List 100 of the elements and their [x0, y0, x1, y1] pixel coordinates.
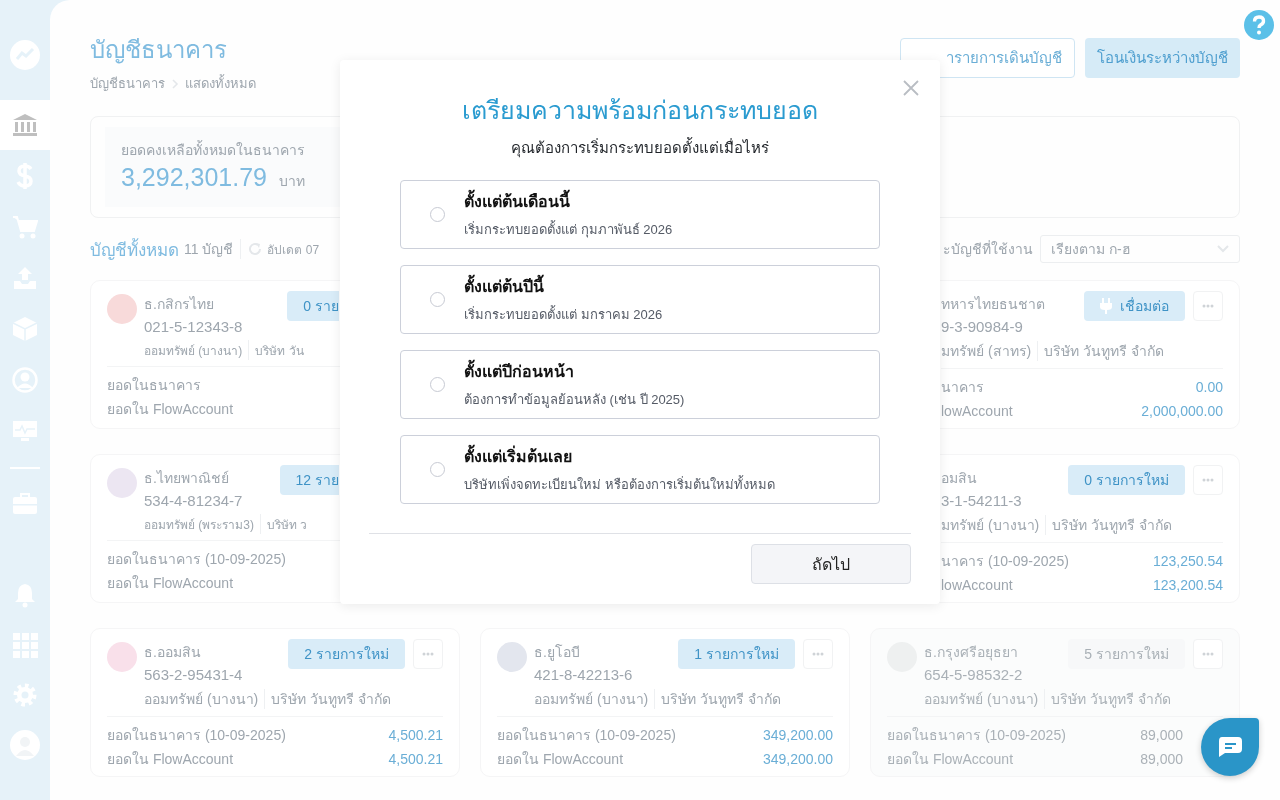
account-type: ออมทรัพย์ (บางนา) [924, 690, 1039, 709]
balance-value: 123,250.54 [1152, 552, 1223, 571]
account-type: มทรัพย์ (สาทร) [941, 342, 1032, 361]
balance-row-label: ยอดใน FlowAccount [107, 400, 234, 419]
updated-time: อัปเดต 07 [267, 241, 320, 259]
start-option[interactable]: ตั้งแต่ต้นเดือนนี้ เริ่มกระทบยอดตั้งแต่ กุมภาพันธ์ 2026 [400, 180, 880, 249]
balance-value: 4,500.21 [388, 750, 443, 769]
account-type: ออมทรัพย์ (พระราม3) [144, 516, 254, 534]
account-number: 9-3-90984-9 [941, 317, 1024, 337]
balance-row-label: lowAccount [941, 576, 1013, 595]
company-name: บริษัท ว [267, 516, 308, 534]
account-type: มทรัพย์ (บางนา) [941, 516, 1040, 535]
account-number: 421-8-42213-6 [534, 665, 633, 685]
close-icon [903, 80, 919, 96]
option-description: เริ่มกระทบยอดตั้งแต่ กุมภาพันธ์ 2026 [464, 219, 673, 240]
start-option[interactable]: ตั้งแต่ต้นปีนี้ เริ่มกระทบยอดตั้งแต่ มกราคม 2026 [400, 265, 880, 334]
sidebar-item[interactable] [0, 100, 50, 150]
balance-value: 349,200.00 [762, 726, 833, 745]
company-name: บริษัท วันทูทรี จำกัด [1052, 516, 1172, 536]
company-name: บริษัท วัน [255, 342, 304, 360]
option-description: เริ่มกระทบยอดตั้งแต่ มกราคม 2026 [464, 304, 663, 324]
option-title: ตั้งแต่ต้นปีนี้ [464, 274, 663, 299]
balance-row-label: ยอดใน FlowAccount [887, 750, 1014, 769]
account-type: ออมทรัพย์ (บางนา) [144, 690, 259, 709]
account-type: ออมทรัพย์ (บางนา) [534, 690, 649, 709]
balance-value: 4,500.21 [388, 726, 443, 745]
bank-name: อมสิน [941, 469, 978, 488]
bank-name: ทหารไทยธนชาต [941, 295, 1045, 314]
sort-dropdown[interactable]: เรียงตาม ก-ฮ [1040, 235, 1240, 263]
breadcrumb-link[interactable]: บัญชีธนาคาร [90, 73, 165, 94]
more-button[interactable] [803, 639, 833, 669]
breadcrumb-link[interactable]: แสดงทั้งหมด [185, 73, 256, 94]
start-option[interactable]: ตั้งแต่เริ่มต้นเลย บริษัทเพิ่งจดทะเบียนใหม่ หรือต้องการเริ่มต้นใหม่ทั้งหมด [400, 435, 880, 504]
chevron-down-icon [1217, 245, 1229, 253]
balance-row-label: ยอดในธนาคาร (10-09-2025) [497, 726, 676, 745]
modal-title: เตรียมความพร้อมก่อนกระทบยอด [462, 95, 818, 126]
currency-unit: บาท [279, 172, 305, 191]
modal-subtitle: คุณต้องการเริ่มกระทบยอดตั้งแต่เมื่อไหร่ [511, 136, 769, 160]
more-icon [422, 652, 434, 656]
plug-icon [1100, 298, 1112, 314]
upload-tray-icon [12, 265, 38, 291]
next-button[interactable]: ถัดไป [751, 544, 911, 584]
bank-icon [12, 112, 38, 138]
new-transactions-button[interactable]: 12 ราย [279, 465, 339, 495]
apps-grid-icon [12, 632, 38, 658]
transfer-button[interactable]: โอนเงินระหว่างบัญชี [1085, 38, 1240, 78]
company-name: บริษัท วันทูทรี จำกัด [1044, 342, 1164, 362]
option-title: ตั้งแต่ปีก่อนหน้า [464, 359, 685, 384]
option-description: บริษัทเพิ่งจดทะเบียนใหม่ หรือต้องการเริ่มต้นใหม่ทั้งหมด [464, 474, 775, 494]
more-button[interactable] [1193, 465, 1223, 495]
box-icon [12, 316, 38, 342]
sort-value: เรียงตาม ก-ฮ [1051, 240, 1131, 259]
account-count: 11 บัญชี [184, 240, 234, 259]
help-button[interactable] [1244, 10, 1274, 40]
balance-label: ยอดคงเหลือทั้งหมดในธนาคาร [121, 139, 306, 160]
new-transactions-button[interactable]: 2 รายการใหม่ [288, 639, 405, 669]
new-transactions-button[interactable]: 0 ราย [287, 291, 339, 321]
account-number: 3-1-54211-3 [941, 491, 1022, 511]
close-button[interactable] [902, 80, 920, 98]
start-option[interactable]: ตั้งแต่ปีก่อนหน้า ต้องการทำข้อมูลย้อนหลัง (เช่น ปี 2025) [400, 350, 880, 419]
new-transactions-button[interactable]: 1 รายการใหม่ [678, 639, 795, 669]
balance-row-label: ยอดใน FlowAccount [107, 574, 234, 593]
cart-icon [12, 214, 38, 240]
trend-logo-icon[interactable] [10, 40, 40, 70]
balance-row-label: lowAccount [941, 402, 1013, 421]
bank-name: ธ.กรุงศรีอยุธยา [924, 643, 1019, 663]
account-number: 534-4-81234-7 [144, 491, 243, 511]
more-icon [812, 652, 824, 656]
balance-row-label: ยอดในธนาคาร [107, 376, 201, 395]
chat-bubble-icon [1217, 736, 1243, 758]
user-circle-icon [12, 367, 38, 393]
more-button[interactable] [413, 639, 443, 669]
balance-row-label: นาคาร (10-09-2025) [941, 552, 1069, 571]
section-title: บัญชีทั้งหมด [90, 237, 179, 262]
account-number: 021-5-12343-8 [144, 317, 243, 337]
option-description: ต้องการทำข้อมูลย้อนหลัง (เช่น ปี 2025) [464, 391, 685, 410]
balance-row-label: นาคาร [941, 378, 984, 397]
account-type: ออมทรัพย์ (บางนา) [144, 342, 243, 360]
more-icon [1202, 304, 1214, 308]
filter-label[interactable]: ะบัญชีที่ใช้งาน [943, 238, 1033, 260]
company-name: บริษัท วันทูทรี จำกัด [1051, 690, 1171, 710]
page-title: บัญชีธนาคาร [90, 35, 228, 66]
new-transactions-button[interactable]: 0 รายการใหม่ [1068, 465, 1185, 495]
more-button[interactable] [1193, 291, 1223, 321]
bank-name: ธ.ไทยพาณิชย์ [144, 469, 230, 488]
monitor-pulse-icon [12, 418, 38, 444]
import-statement-button[interactable]: ารายการเดินบัญชี [900, 38, 1075, 78]
balance-row-label: ยอดในธนาคาร (10-09-2025) [107, 550, 286, 569]
balance-value: 349,200.00 [762, 750, 833, 769]
company-name: บริษัท วันทูทรี จำกัด [661, 690, 781, 710]
connect-button[interactable]: เชื่อมต่อ [1084, 291, 1185, 321]
option-title: ตั้งแต่ต้นเดือนนี้ [464, 189, 673, 214]
option-title: ตั้งแต่เริ่มต้นเลย [464, 444, 775, 469]
account-number: 563-2-95431-4 [144, 665, 243, 685]
refresh-icon[interactable] [248, 242, 263, 256]
bank-name: ธ.ออมสิน [144, 643, 202, 662]
balance-row-label: ยอดใน FlowAccount [107, 750, 234, 769]
more-icon [1202, 478, 1214, 482]
balance-row-label: ยอดในธนาคาร (10-09-2025) [887, 726, 1066, 745]
settings-icon [12, 682, 38, 708]
